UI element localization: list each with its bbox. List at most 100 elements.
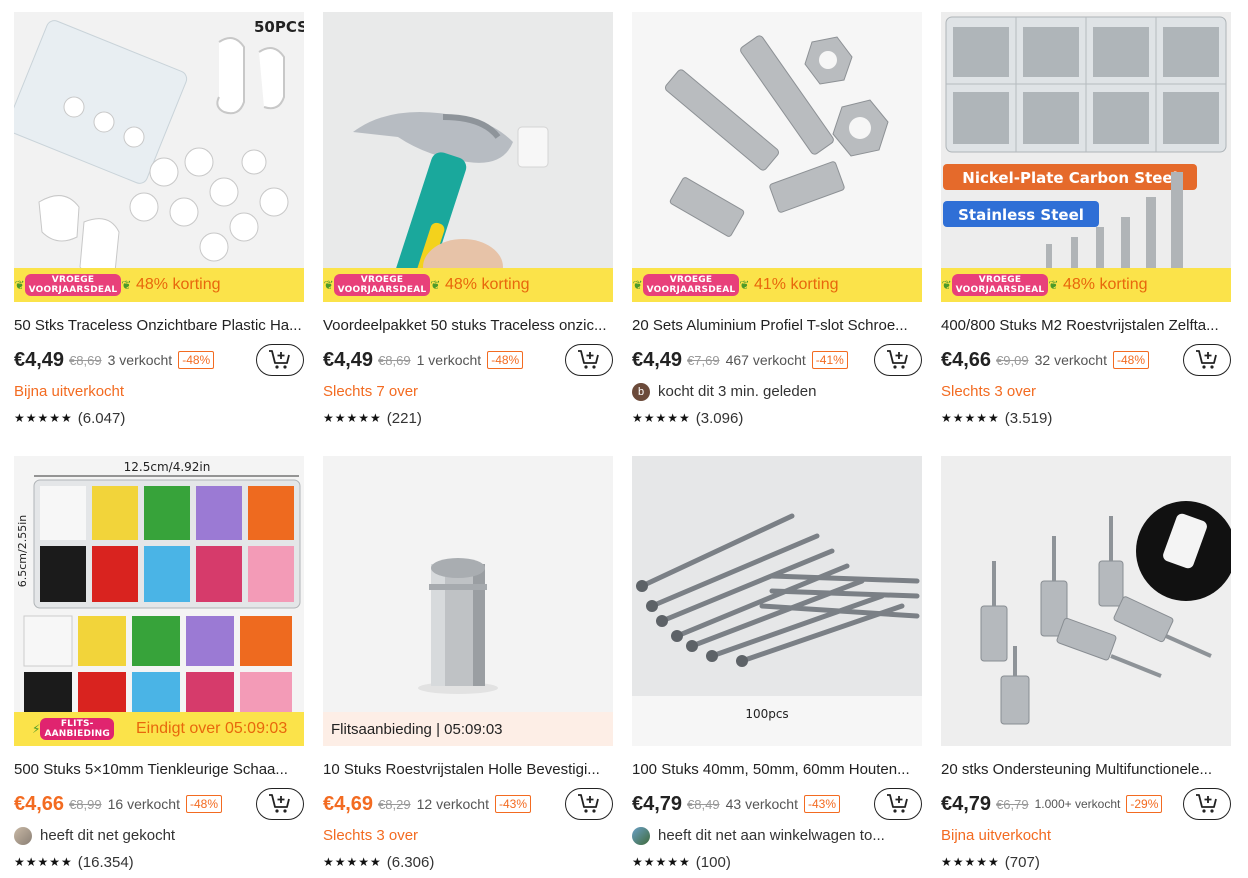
product-grid: 50PCS ❦ VROEGE VOORJAARSDEAL ❦ 48% korting… [0,0,1248,878]
add-to-cart-button[interactable] [256,788,304,820]
rating: ★★★★★ (6.306) [323,852,613,872]
product-title[interactable]: 20 Sets Aluminium Profiel T-slot Schroe.… [632,316,922,336]
product-image[interactable]: Flitsaanbieding | 05:09:03 [323,456,613,746]
rating-count: (6.306) [386,853,435,871]
rating: ★★★★★ (16.354) [14,852,304,872]
promo-banner: ❦ VROEGE VOORJAARSDEAL ❦ 48% korting [941,268,1231,302]
product-card[interactable]: Nickel-Plate Carbon Steel Stainless Stee… [941,12,1231,428]
cart-plus-icon [269,350,290,369]
sold-count: 3 verkocht [107,352,173,368]
product-image[interactable]: Nickel-Plate Carbon Steel Stainless Stee… [941,12,1231,302]
cart-plus-icon [1196,794,1217,813]
sold-count: 1 verkocht [416,352,482,368]
price: €4,49 [323,348,374,371]
price-row: €4,79 €6,79 1.000+ verkocht -29% [941,788,1231,820]
product-title[interactable]: 20 stks Ondersteuning Multifunctionele..… [941,760,1231,780]
promo-discount-text: 48% korting [1063,276,1148,293]
product-card[interactable]: ❦ VROEGE VOORJAARSDEAL ❦ 41% korting 20 Se… [632,12,922,428]
price-row: €4,49 €8,69 1 verkocht -48% [323,344,613,376]
product-image[interactable]: 100pcs [632,456,922,746]
product-image[interactable] [941,456,1231,746]
discount-badge: -48% [178,351,215,369]
product-card[interactable]: 50PCS ❦ VROEGE VOORJAARSDEAL ❦ 48% korting… [14,12,304,428]
stock-status: Slechts 3 over [323,827,419,844]
cart-plus-icon [1196,350,1217,369]
spring-deal-logo: ❦ VROEGE VOORJAARSDEAL ❦ [323,274,441,296]
price: €4,49 [632,348,683,371]
product-card[interactable]: ❦ VROEGE VOORJAARSDEAL ❦ 48% korting Voord… [323,12,613,428]
discount-badge: -41% [811,351,848,369]
add-to-cart-button[interactable] [1183,344,1231,376]
product-card[interactable]: 100pcs 100 Stuks 40mm, 50mm, 60mm Houten… [632,456,922,872]
discount-badge: -43% [803,795,840,813]
product-title[interactable]: Voordeelpakket 50 stuks Traceless onzic.… [323,316,613,336]
discount-badge: -29% [1126,795,1163,813]
add-to-cart-button[interactable] [874,344,922,376]
sold-count: 32 verkocht [1034,352,1107,368]
add-to-cart-button[interactable] [565,344,613,376]
star-rating-icon: ★★★★★ [632,855,691,869]
product-title[interactable]: 50 Stks Traceless Onzichtbare Plastic Ha… [14,316,304,336]
discount-badge: -43% [494,795,531,813]
promo-banner: ⚡ FLITS- AANBIEDING Eindigt over 05:09:03 [14,712,304,746]
recent-buyer: heeft dit net aan winkelwagen to... [632,824,922,848]
product-title[interactable]: 100 Stuks 40mm, 50mm, 60mm Houten... [632,760,922,780]
price: €4,79 [941,792,992,815]
old-price: €8,49 [687,796,720,812]
promo-banner: ❦ VROEGE VOORJAARSDEAL ❦ 41% korting [632,268,922,302]
product-image[interactable]: 12.5cm/4.92in 6.5cm/2.55in ⚡ FLITS- AANB… [14,456,304,746]
product-title[interactable]: 500 Stuks 5×10mm Tienkleurige Schaa... [14,760,304,780]
product-card[interactable]: 12.5cm/4.92in 6.5cm/2.55in ⚡ FLITS- AANB… [14,456,304,872]
stock-status: Bijna uitverkocht [941,827,1052,844]
old-price: €8,29 [378,796,411,812]
stock-status: Bijna uitverkocht [14,383,125,400]
cart-plus-icon [887,794,908,813]
star-rating-icon: ★★★★★ [632,411,691,425]
flash-sale-countdown: Flitsaanbieding | 05:09:03 [331,720,503,738]
recent-activity-text: kocht dit 3 min. geleden [658,383,817,400]
product-card[interactable]: Flitsaanbieding | 05:09:03 10 Stuks Roes… [323,456,613,872]
cart-plus-icon [578,350,599,369]
price-row: €4,66 €9,09 32 verkocht -48% [941,344,1231,376]
spring-deal-logo: ❦ VROEGE VOORJAARSDEAL ❦ [941,274,1059,296]
add-to-cart-button[interactable] [874,788,922,820]
old-price: €8,69 [69,352,102,368]
discount-badge: -48% [1112,351,1149,369]
rating: ★★★★★ (6.047) [14,408,304,428]
rating: ★★★★★ (3.096) [632,408,922,428]
price-row: €4,49 €8,69 3 verkocht -48% [14,344,304,376]
price: €4,49 [14,348,65,371]
price-row: €4,66 €8,99 16 verkocht -48% [14,788,304,820]
star-rating-icon: ★★★★★ [323,855,382,869]
promo-banner: ❦ VROEGE VOORJAARSDEAL ❦ 48% korting [14,268,304,302]
nails-product-image: 100pcs [632,456,922,746]
price: €4,69 [323,792,374,815]
rating-count: (100) [695,853,731,871]
cart-plus-icon [578,794,599,813]
product-image[interactable]: ❦ VROEGE VOORJAARSDEAL ❦ 48% korting [323,12,613,302]
add-to-cart-button[interactable] [1183,788,1231,820]
rating: ★★★★★ (707) [941,852,1231,872]
rating-count: (3.096) [695,409,744,427]
spring-deal-logo: ❦ VROEGE VOORJAARSDEAL ❦ [14,274,132,296]
add-to-cart-button[interactable] [256,344,304,376]
old-price: €7,69 [687,352,720,368]
sold-count: 16 verkocht [107,796,180,812]
old-price: €6,79 [996,796,1029,812]
old-price: €9,09 [996,352,1029,368]
svg-text:6.5cm/2.55in: 6.5cm/2.55in [16,515,29,588]
product-image[interactable]: 50PCS ❦ VROEGE VOORJAARSDEAL ❦ 48% korting [14,12,304,302]
add-to-cart-button[interactable] [565,788,613,820]
old-price: €8,99 [69,796,102,812]
rating-count: (707) [1004,853,1040,871]
product-image[interactable]: ❦ VROEGE VOORJAARSDEAL ❦ 41% korting [632,12,922,302]
stock-status: Slechts 3 over [941,383,1037,400]
product-title[interactable]: 10 Stuks Roestvrijstalen Holle Bevestigi… [323,760,613,780]
promo-discount-text: 41% korting [754,276,839,293]
product-title[interactable]: 400/800 Stuks M2 Roestvrijstalen Zelfta.… [941,316,1231,336]
star-rating-icon: ★★★★★ [323,411,382,425]
price: €4,66 [941,348,992,371]
product-card[interactable]: 20 stks Ondersteuning Multifunctionele..… [941,456,1231,872]
support-screws-product-image [941,456,1231,746]
sold-count: 43 verkocht [725,796,798,812]
